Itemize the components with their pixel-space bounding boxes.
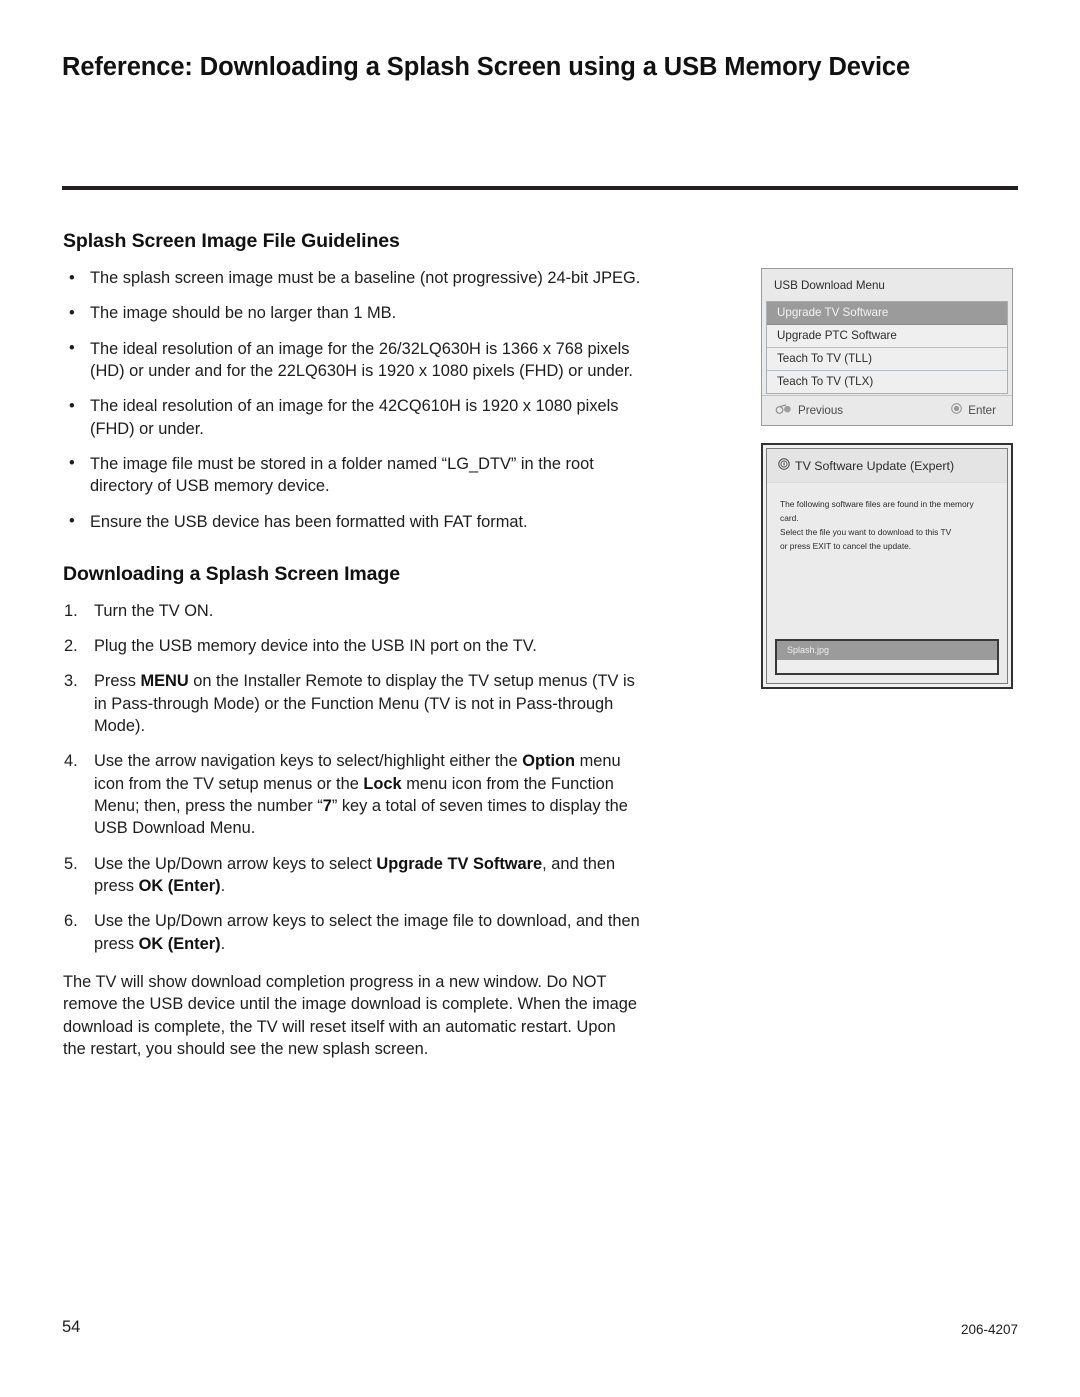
menu-item-upgrade-ptc-software[interactable]: Upgrade PTC Software — [767, 325, 1007, 348]
step-text: Plug the USB memory device into the USB … — [94, 637, 537, 656]
list-item-text: The image should be no larger than 1 MB. — [90, 304, 397, 323]
usb-download-menu-title: USB Download Menu — [762, 269, 1012, 301]
step-number: 2. — [64, 637, 78, 656]
step-text: Use the arrow navigation keys to select/… — [94, 752, 628, 838]
menu-item-teach-to-tv-tll[interactable]: Teach To TV (TLL) — [767, 348, 1007, 371]
previous-label: Previous — [798, 403, 844, 417]
list-item: • Ensure the USB device has been formatt… — [63, 511, 643, 533]
list-item: 5. Use the Up/Down arrow keys to select … — [63, 853, 643, 898]
page-title: Reference: Downloading a Splash Screen u… — [62, 53, 911, 81]
file-list-item-splash-jpg[interactable]: Splash.jpg — [777, 641, 997, 660]
tv-software-update-screenshot: TV Software Update (Expert) The followin… — [761, 443, 1013, 689]
bullet-marker: • — [69, 339, 75, 358]
info-circle-icon — [778, 458, 790, 473]
update-body-line: Select the file you want to download to … — [780, 526, 952, 537]
tv-software-update-body: The following software files are found i… — [767, 483, 1007, 553]
list-item-text: The splash screen image must be a baseli… — [90, 269, 641, 287]
closing-paragraph: The TV will show download completion pro… — [63, 972, 637, 1058]
list-item: 6. Use the Up/Down arrow keys to select … — [63, 910, 643, 955]
step-number: 3. — [64, 672, 78, 691]
file-list-empty-row — [777, 660, 997, 673]
tv-software-update-window: TV Software Update (Expert) The followin… — [766, 448, 1008, 684]
list-item: 1. Turn the TV ON. — [63, 600, 643, 622]
list-item: • The splash screen image must be a base… — [63, 267, 643, 289]
list-item: • The ideal resolution of an image for t… — [63, 395, 643, 440]
bullet-marker: • — [69, 268, 75, 287]
step-text: Turn the TV ON. — [94, 601, 214, 620]
page-header: Reference: Downloading a Splash Screen u… — [62, 52, 1018, 83]
software-file-list: Splash.jpg — [775, 639, 999, 675]
step-number: 4. — [64, 752, 78, 771]
list-item-text: The image file must be stored in a folde… — [90, 454, 594, 496]
back-arrow-icon — [775, 403, 792, 417]
ok-button-icon — [951, 403, 963, 417]
enter-label: Enter — [968, 403, 996, 417]
bullet-marker: • — [69, 396, 75, 415]
update-body-line: The following software files are found i… — [780, 499, 974, 523]
step-text: Use the Up/Down arrow keys to select the… — [94, 912, 640, 953]
list-item: • The image file must be stored in a fol… — [63, 453, 643, 498]
header-divider — [62, 186, 1018, 190]
menu-item-upgrade-tv-software[interactable]: Upgrade TV Software — [767, 302, 1007, 325]
tv-software-update-titlebar: TV Software Update (Expert) — [767, 449, 1007, 483]
list-item: • The ideal resolution of an image for t… — [63, 338, 643, 383]
bullet-marker: • — [69, 454, 75, 473]
step-text: Use the Up/Down arrow keys to select Upg… — [94, 854, 616, 895]
step-text: Press MENU on the Installer Remote to di… — [94, 672, 635, 736]
guidelines-list: • The splash screen image must be a base… — [63, 267, 643, 533]
list-item-text: Ensure the USB device has been formatted… — [90, 512, 528, 531]
step-number: 1. — [64, 601, 78, 620]
usb-download-menu-list: Upgrade TV Software Upgrade PTC Software… — [766, 301, 1008, 394]
bullet-marker: • — [69, 512, 75, 530]
list-item-text: The ideal resolution of an image for the… — [90, 339, 633, 380]
usb-download-menu-footer: Previous Enter — [762, 395, 1012, 425]
list-item-text: The ideal resolution of an image for the… — [90, 397, 619, 438]
update-body-line: or press EXIT to cancel the update. — [780, 540, 912, 551]
tv-software-update-title: TV Software Update (Expert) — [795, 458, 955, 473]
menu-item-teach-to-tv-tlx[interactable]: Teach To TV (TLX) — [767, 371, 1007, 394]
guidelines-heading: Splash Screen Image File Guidelines — [63, 230, 400, 252]
step-number: 6. — [64, 912, 78, 931]
bullet-marker: • — [69, 303, 75, 322]
list-item: 3. Press MENU on the Installer Remote to… — [63, 670, 643, 737]
main-content-column: Splash Screen Image File Guidelines • Th… — [63, 230, 643, 1060]
downloading-steps-list: 1. Turn the TV ON. 2. Plug the USB memor… — [63, 600, 643, 955]
step-number: 5. — [64, 854, 78, 873]
previous-hint[interactable]: Previous — [775, 404, 843, 417]
list-item: 2. Plug the USB memory device into the U… — [63, 635, 643, 657]
downloading-heading: Downloading a Splash Screen Image — [63, 562, 400, 585]
enter-hint[interactable]: Enter — [951, 403, 996, 417]
list-item: 4. Use the arrow navigation keys to sele… — [63, 750, 643, 839]
usb-download-menu-screenshot: USB Download Menu Upgrade TV Software Up… — [761, 268, 1013, 426]
footer-document-code: 206-4207 — [960, 1322, 1018, 1337]
list-item: • The image should be no larger than 1 M… — [63, 302, 643, 324]
footer-page-number: 54 — [62, 1318, 81, 1336]
